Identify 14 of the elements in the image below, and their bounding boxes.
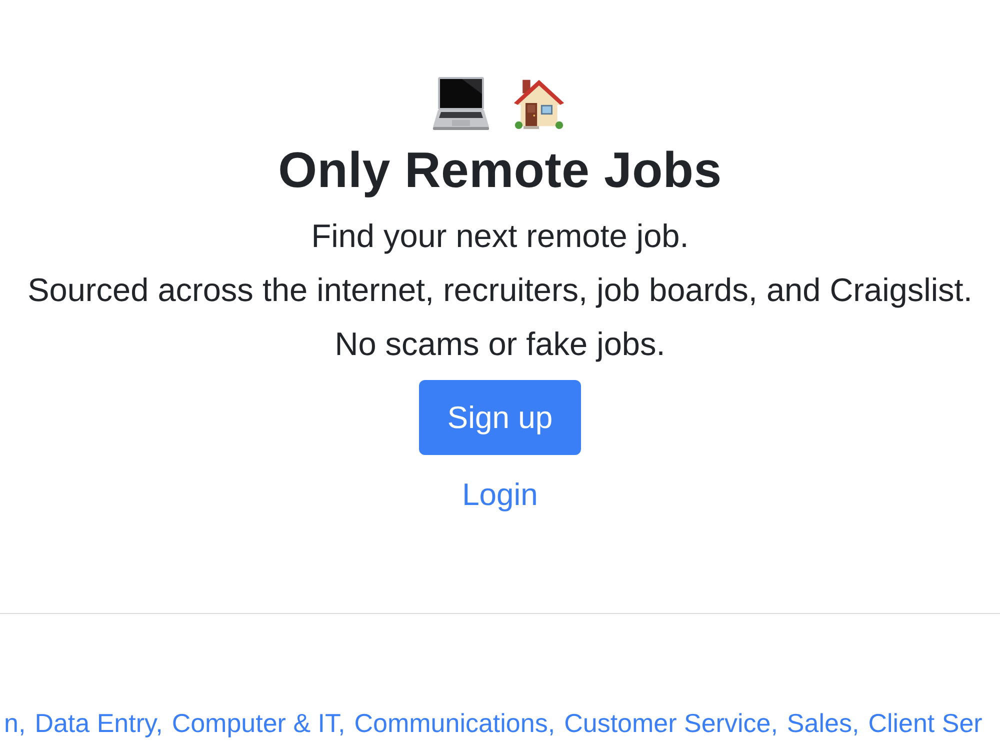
category-link[interactable]: n,: [4, 708, 26, 738]
site-title: Only Remote Jobs: [278, 141, 722, 200]
category-link[interactable]: Computer & IT,: [172, 708, 346, 738]
category-link[interactable]: Communications,: [354, 708, 556, 738]
category-link[interactable]: Client Ser: [868, 708, 982, 738]
tagline-text: Sourced across the internet, recruiters, job boards, and Craigslist.: [28, 271, 972, 310]
category-link[interactable]: Sales,: [786, 708, 860, 738]
login-link[interactable]: Login: [462, 477, 538, 513]
signup-button[interactable]: Sign up: [419, 380, 581, 455]
category-link[interactable]: Customer Service,: [564, 708, 778, 738]
tagline-text: Find your next remote job.: [311, 217, 689, 256]
category-link[interactable]: Data Entry,: [34, 708, 163, 738]
laptop-icon: [432, 76, 490, 130]
tagline-text: No scams or fake jobs.: [334, 325, 666, 364]
